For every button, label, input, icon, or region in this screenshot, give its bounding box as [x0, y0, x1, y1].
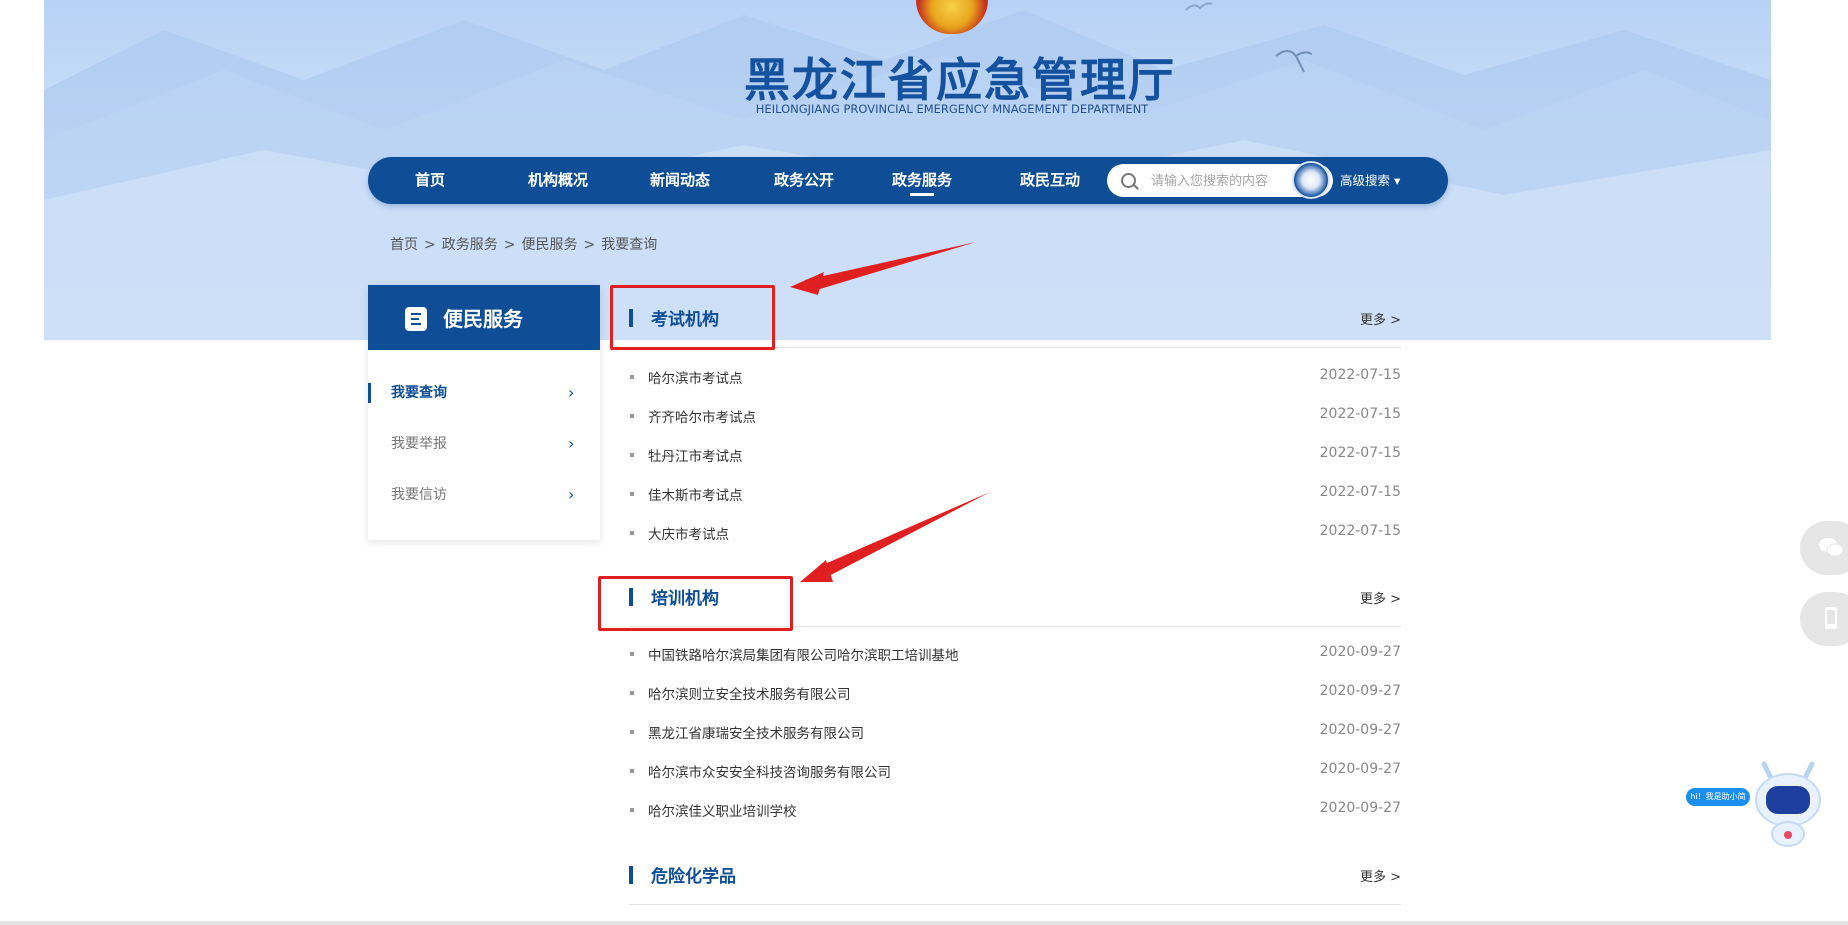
page-bottom-divider — [0, 921, 1848, 925]
annotation-arrow — [818, 492, 990, 578]
assistant-robot-icon[interactable] — [1752, 760, 1824, 850]
annotation-arrow — [805, 242, 976, 292]
mobile-phone-icon — [1825, 607, 1837, 629]
annotation-arrows — [790, 242, 990, 582]
annotation-arrow-head — [790, 272, 824, 295]
wechat-icon — [1819, 538, 1844, 557]
assistant-bubble[interactable]: hi！我是助小简 — [1686, 788, 1750, 806]
wechat-float-button[interactable] — [1800, 521, 1848, 575]
mobile-float-button[interactable] — [1800, 592, 1848, 646]
